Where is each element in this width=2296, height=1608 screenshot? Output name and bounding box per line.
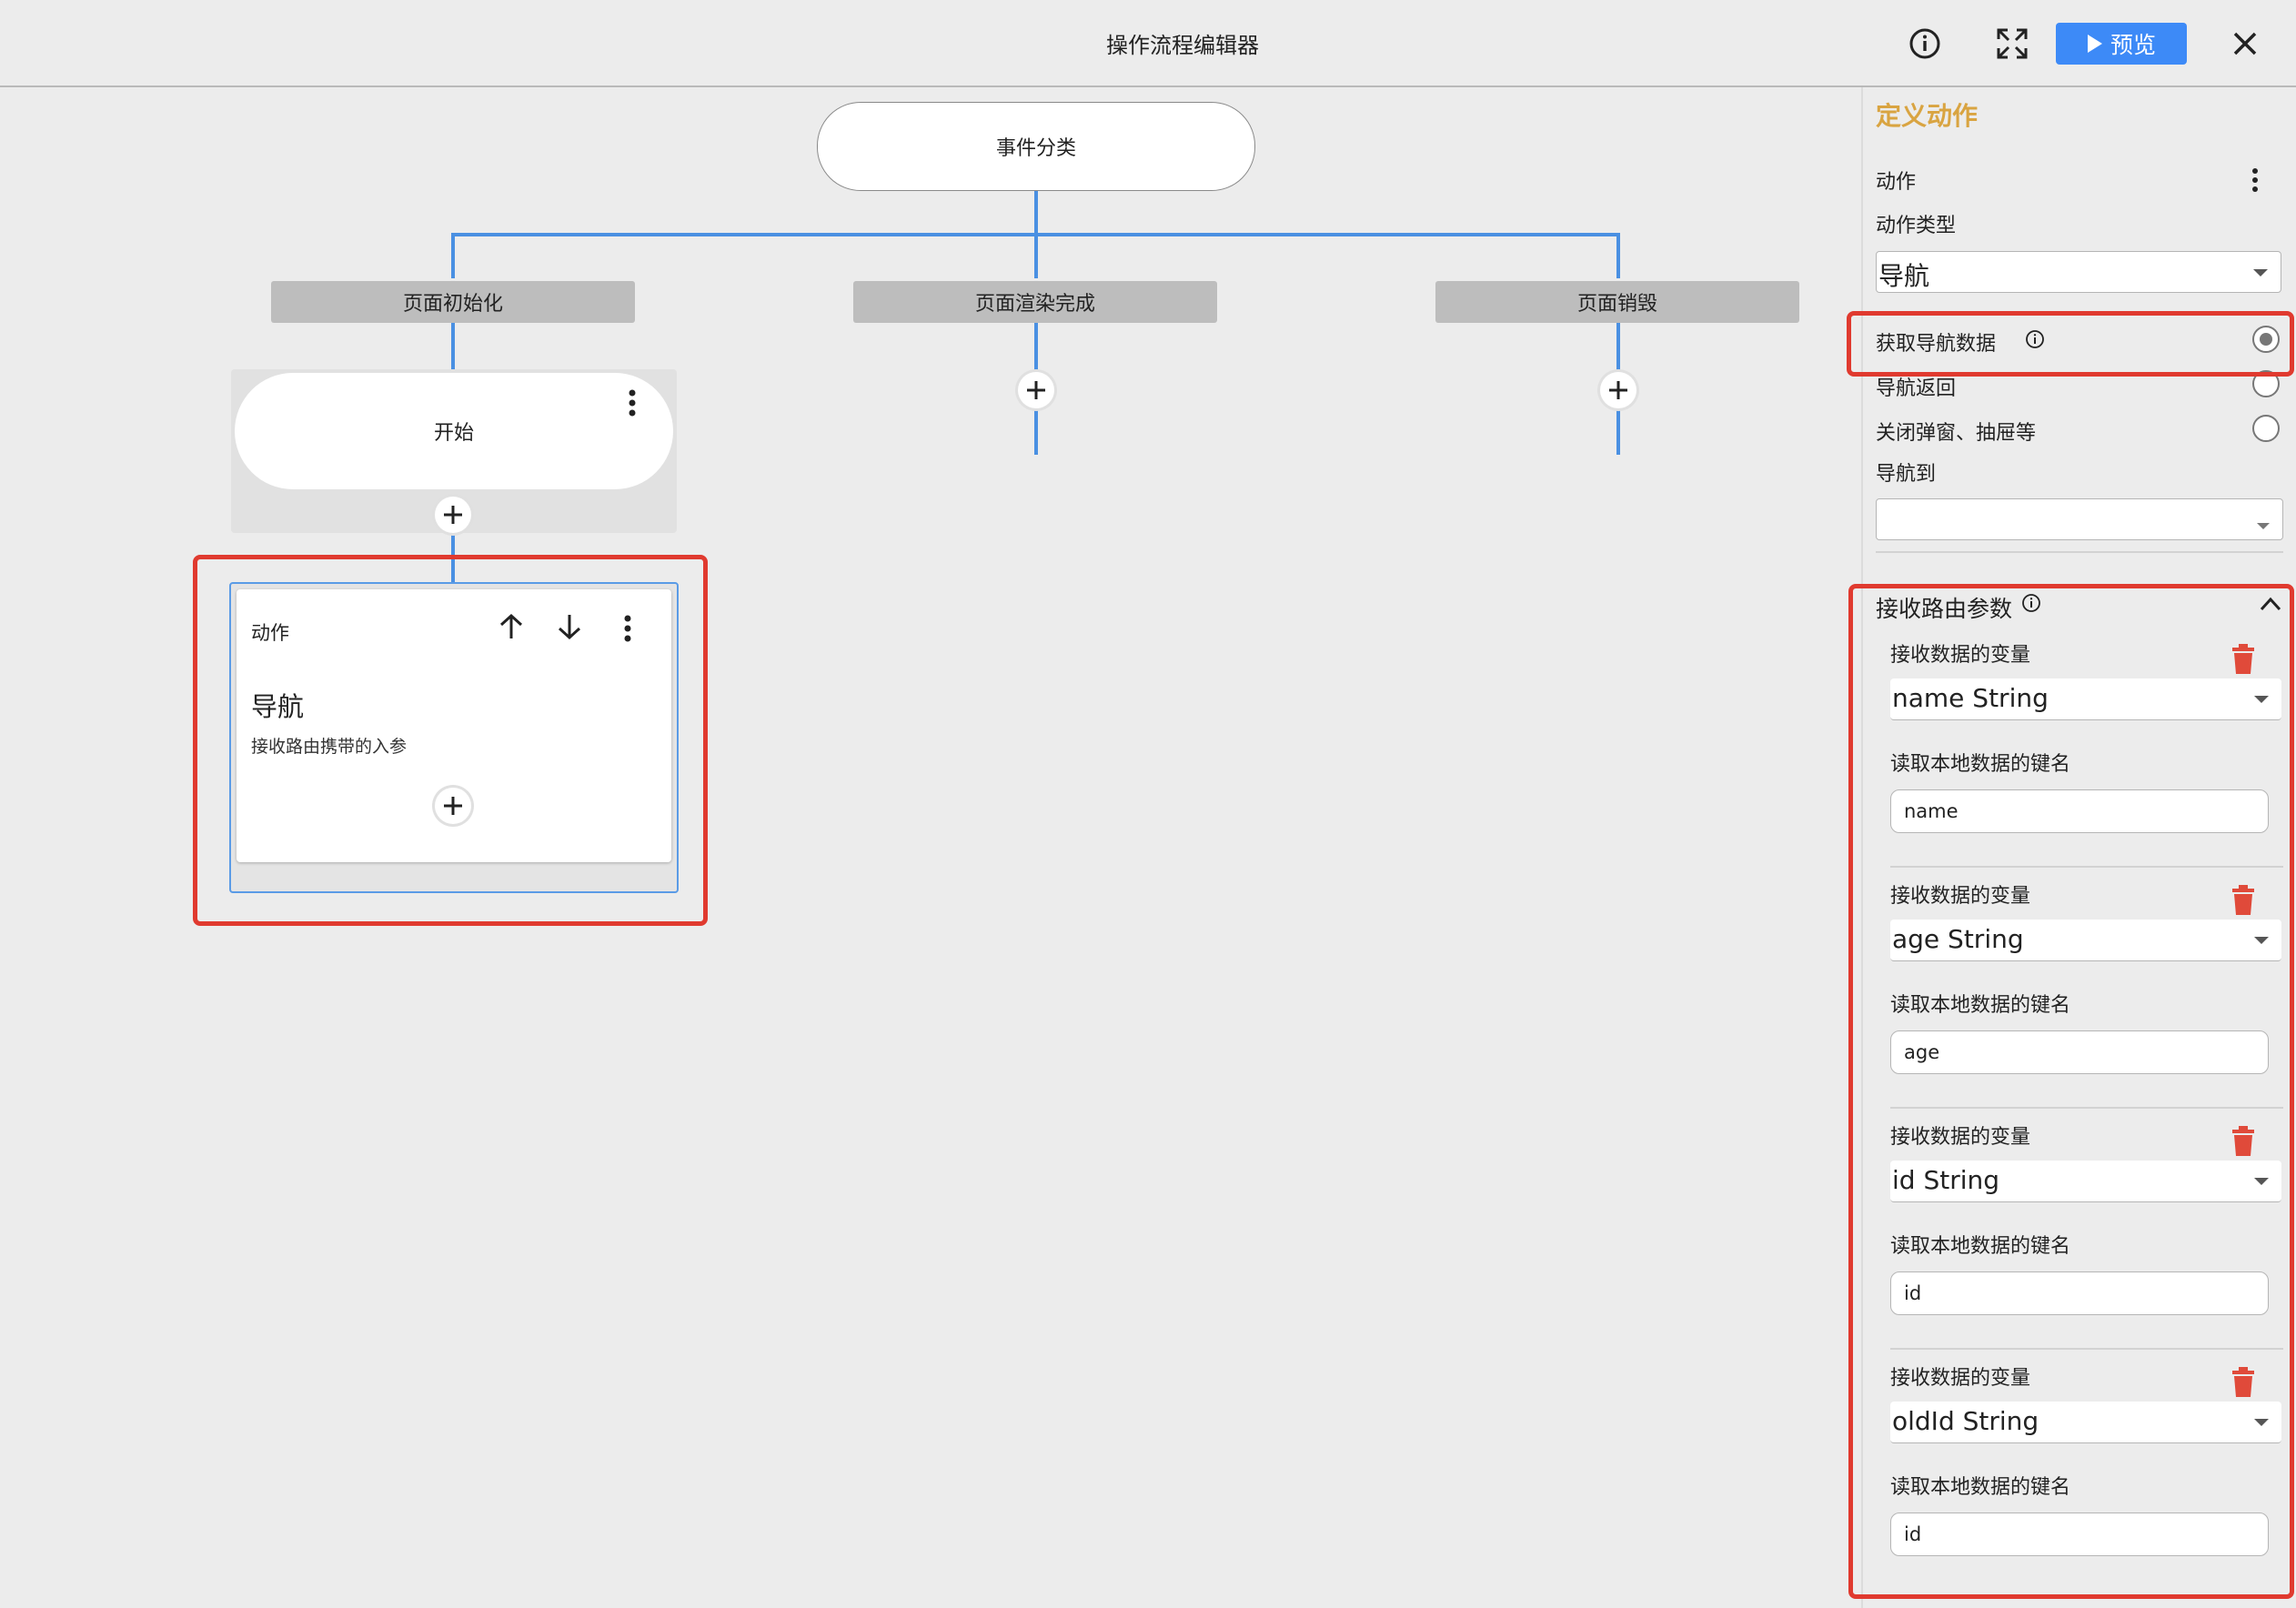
flow-canvas[interactable]: 事件分类 页面初始化 页面渲染完成 页面销毁 开始 动作 导航 接收路由携带的入… [0,87,1856,1608]
start-node[interactable]: 开始 [235,373,673,489]
fullscreen-icon[interactable] [1989,20,2036,67]
radio-close-popup[interactable] [2252,415,2280,442]
action-type-label: 动作类型 [1876,215,1957,237]
action-type-select[interactable]: 导航 [1876,251,2281,293]
action-type-value: 导航 [1878,261,1930,291]
event-tab-label: 页面渲染完成 [974,293,1095,316]
event-tab-page-rendered[interactable]: 页面渲染完成 [853,281,1217,323]
properties-panel: 定义动作 动作 动作类型 导航 获取导航数据 导航返回 关闭弹窗、抽屉等 导航到… [1847,87,2296,1608]
section-divider [1876,551,2283,553]
add-node-button[interactable] [1600,372,1636,408]
play-icon [2087,35,2102,53]
radio-label-close-popup: 关闭弹窗、抽屉等 [1876,422,2037,445]
connector-line [1034,233,1038,278]
root-node-label: 事件分类 [995,137,1076,160]
preview-button[interactable]: 预览 [2056,23,2187,65]
plus-icon [444,506,462,524]
preview-label: 预览 [2110,32,2156,58]
chevron-down-icon [2257,523,2270,529]
close-icon[interactable] [2221,20,2269,67]
add-node-button[interactable] [1018,372,1054,408]
navigate-to-select[interactable] [1876,498,2283,540]
annotation-highlight [193,555,708,926]
event-tab-page-init[interactable]: 页面初始化 [271,281,635,323]
panel-heading: 定义动作 [1876,101,1979,131]
action-label: 动作 [1876,171,1917,194]
event-tab-label: 页面初始化 [402,293,503,316]
annotation-highlight [1847,311,2294,377]
connector-line [451,315,455,371]
add-node-button[interactable] [435,497,471,533]
plus-icon [1609,381,1627,399]
navigate-to-label: 导航到 [1876,463,1937,486]
info-icon[interactable] [1901,20,1949,67]
root-node[interactable]: 事件分类 [817,102,1255,191]
start-node-label: 开始 [433,422,474,445]
title-bar: 操作流程编辑器 预览 [0,0,2296,87]
chevron-down-icon [2253,269,2268,276]
connector-line [451,233,455,278]
window-title: 操作流程编辑器 [1106,33,1259,58]
annotation-highlight [1848,584,2294,1599]
event-tab-page-destroy[interactable]: 页面销毁 [1435,281,1799,323]
more-vertical-icon[interactable] [2251,167,2260,193]
connector-line [1034,189,1038,233]
plus-icon [1027,381,1045,399]
connector-line [1616,233,1620,278]
more-vertical-icon[interactable] [628,389,637,417]
event-tab-label: 页面销毁 [1576,293,1657,316]
